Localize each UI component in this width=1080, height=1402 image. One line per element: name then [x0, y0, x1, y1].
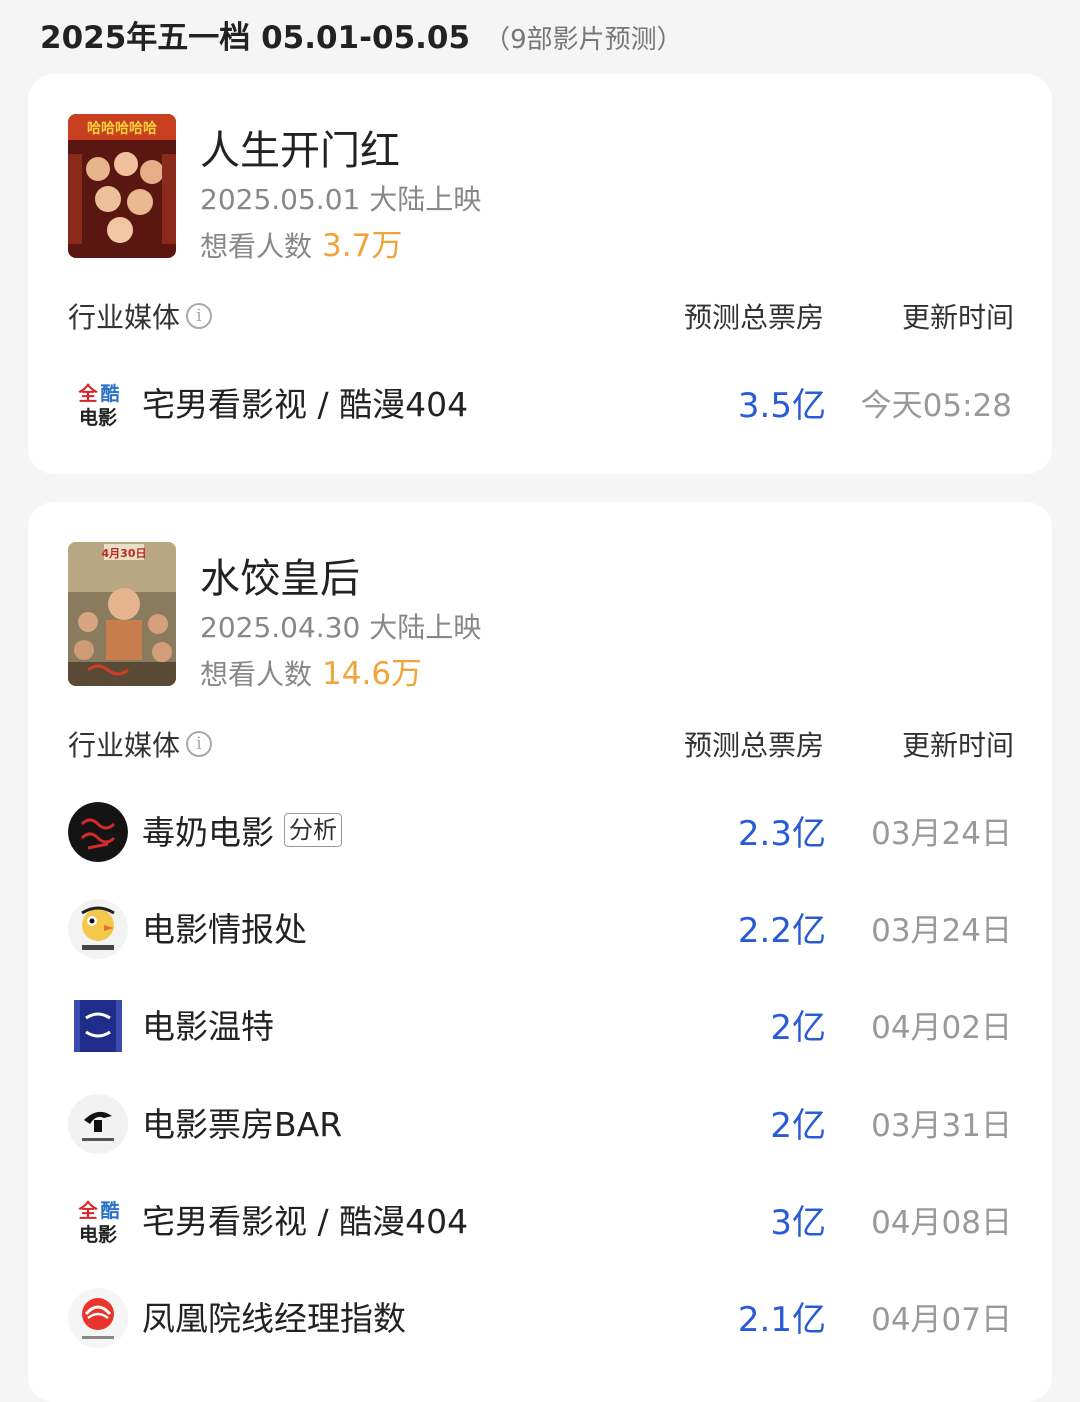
media-name[interactable]: 毒奶电影 分析: [142, 806, 342, 854]
svg-text:全: 全: [77, 1199, 98, 1222]
media-name-text[interactable]: 宅男看影视 / 酷漫404: [142, 378, 468, 426]
update-time: 03月31日: [871, 1108, 1012, 1144]
forecast-table-header: 行业媒体 i 预测总票房 更新时间: [68, 296, 1014, 336]
forecast-box-office: 3.5亿: [737, 386, 826, 426]
column-header-media-label: 行业媒体: [68, 729, 181, 762]
forecast-row[interactable]: 电影情报处 2.2亿 03月24日: [68, 891, 1014, 961]
svg-text:全: 全: [77, 382, 98, 405]
ifeng-logo-icon: [68, 1288, 128, 1348]
page-header: 2025年五一档 05.01-05.05 （9部影片预测）: [40, 12, 683, 56]
want-number: 14.6万: [322, 656, 423, 692]
forecast-box-office: 2.2亿: [737, 911, 826, 951]
info-icon[interactable]: i: [186, 731, 213, 757]
want-label: 想看人数: [200, 658, 313, 691]
media-name-text[interactable]: 毒奶电影: [142, 806, 274, 854]
qingbao-logo-icon: [68, 899, 128, 959]
page-subtitle: （9部影片预测）: [484, 25, 683, 55]
media-name-text[interactable]: 凤凰院线经理指数: [142, 1292, 406, 1340]
column-header-updated: 更新时间: [901, 301, 1014, 334]
movie-title[interactable]: 人生开门红: [200, 118, 400, 176]
media-name[interactable]: 宅男看影视 / 酷漫404: [142, 378, 468, 426]
movie-poster[interactable]: 哈哈哈哈哈: [68, 114, 176, 258]
movie-release-date: 2025.04.30 大陆上映: [200, 611, 482, 644]
poster-date-text: 4月30日: [102, 547, 147, 560]
analysis-tag[interactable]: 分析: [284, 813, 342, 847]
quanku-logo-icon: 全 酷 电影: [68, 1191, 128, 1251]
svg-text:电影: 电影: [79, 1223, 117, 1246]
dunai-logo-icon: [68, 802, 128, 862]
media-name[interactable]: 电影票房BAR: [142, 1098, 342, 1146]
update-time: 04月07日: [871, 1302, 1012, 1338]
forecast-row[interactable]: 毒奶电影 分析 2.3亿 03月24日: [68, 794, 1014, 864]
media-name-text[interactable]: 宅男看影视 / 酷漫404: [142, 1195, 468, 1243]
svg-text:酷: 酷: [100, 1199, 119, 1222]
svg-text:电影: 电影: [79, 406, 117, 429]
movie-header[interactable]: 4月30日 水饺皇后 2025.04.30 大陆上映 想看人数 14.6万: [68, 542, 1008, 692]
column-header-forecast: 预测总票房: [683, 301, 824, 334]
update-time: 04月08日: [871, 1205, 1012, 1241]
media-name-text[interactable]: 电影票房BAR: [142, 1098, 342, 1146]
forecast-row[interactable]: 电影票房BAR 2亿 03月31日: [68, 1086, 1014, 1156]
media-name-text[interactable]: 电影温特: [142, 1000, 274, 1048]
column-header-media: 行业媒体 i: [68, 724, 213, 764]
movie-release-date: 2025.05.01 大陆上映: [200, 183, 482, 216]
media-name[interactable]: 宅男看影视 / 酷漫404: [142, 1195, 468, 1243]
update-time: 04月02日: [871, 1010, 1012, 1046]
forecast-row[interactable]: 电影温特 2亿 04月02日: [68, 988, 1014, 1058]
forecast-row[interactable]: 凤凰院线经理指数 2.1亿 04月07日: [68, 1280, 1014, 1350]
want-number: 3.7万: [322, 228, 403, 264]
movie-card[interactable]: 哈哈哈哈哈 人生开门红 2025.05.01 大陆上映 想看人数 3.7万 行业媒…: [28, 74, 1052, 474]
column-header-media: 行业媒体 i: [68, 296, 213, 336]
forecast-box-office: 2亿: [770, 1008, 826, 1048]
forecast-table-header: 行业媒体 i 预测总票房 更新时间: [68, 724, 1014, 764]
forecast-box-office: 2.3亿: [737, 814, 826, 854]
svg-text:酷: 酷: [100, 382, 119, 405]
forecast-box-office: 2亿: [770, 1106, 826, 1146]
forecast-row[interactable]: 全 酷 电影 宅男看影视 / 酷漫404 3.5亿 今天05:28: [68, 366, 1014, 436]
media-name[interactable]: 电影情报处: [142, 903, 307, 951]
movie-title[interactable]: 水饺皇后: [200, 546, 360, 604]
column-header-media-label: 行业媒体: [68, 301, 181, 334]
column-header-forecast: 预测总票房: [683, 729, 824, 762]
poster-title-text: 哈哈哈哈哈: [87, 120, 157, 137]
movie-poster[interactable]: 4月30日: [68, 542, 176, 686]
forecast-row[interactable]: 全 酷 电影 宅男看影视 / 酷漫404 3亿 04月08日: [68, 1183, 1014, 1253]
forecast-box-office: 2.1亿: [737, 1300, 826, 1340]
forecast-box-office: 3亿: [770, 1203, 826, 1243]
page-title: 2025年五一档 05.01-05.05: [40, 20, 471, 56]
column-header-updated: 更新时间: [901, 729, 1014, 762]
movie-want-count: 想看人数 14.6万: [200, 648, 422, 693]
want-label: 想看人数: [200, 230, 313, 263]
update-time: 今天05:28: [860, 388, 1012, 424]
quanku-logo-icon: 全 酷 电影: [68, 374, 128, 434]
movie-want-count: 想看人数 3.7万: [200, 220, 402, 265]
media-name[interactable]: 凤凰院线经理指数: [142, 1292, 406, 1340]
update-time: 03月24日: [871, 816, 1012, 852]
info-icon[interactable]: i: [186, 303, 213, 329]
movie-header[interactable]: 哈哈哈哈哈 人生开门红 2025.05.01 大陆上映 想看人数 3.7万: [68, 114, 1008, 264]
movie-card[interactable]: 4月30日 水饺皇后 2025.04.30 大陆上映 想看人数 14.6万 行业媒…: [28, 502, 1052, 1402]
piaofang-bar-logo-icon: [68, 1094, 128, 1154]
wente-logo-icon: [68, 996, 128, 1056]
media-name[interactable]: 电影温特: [142, 1000, 274, 1048]
media-name-text[interactable]: 电影情报处: [142, 903, 307, 951]
update-time: 03月24日: [871, 913, 1012, 949]
